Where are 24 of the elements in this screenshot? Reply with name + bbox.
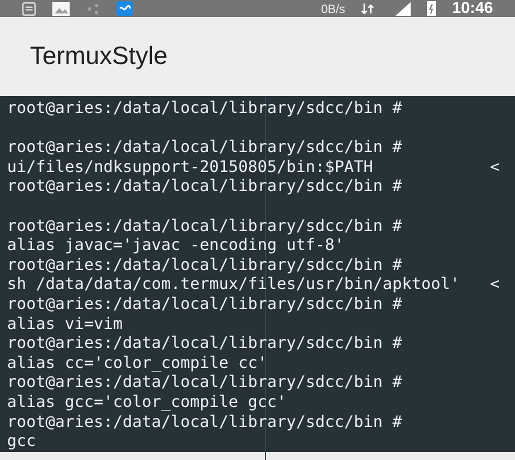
terminal-line: alias javac='javac -encoding utf-8' [7,235,344,255]
terminal-line: root@aries:/data/local/library/sdcc/bin # [7,98,402,118]
app-title: TermuxStyle [30,40,168,72]
app-icon [116,1,134,16]
overflow-marker: < [490,274,500,294]
terminal-line: sh /data/data/com.termux/files/usr/bin/apktool' [7,274,460,294]
terminal-line: root@aries:/data/local/library/sdcc/bin # [7,176,402,196]
terminal-line: root@aries:/data/local/library/sdcc/bin # [7,254,402,274]
terminal-line: gcc [7,431,36,451]
overflow-marker: < [490,156,500,176]
terminal-line: ui/files/ndksupport-20150805/bin:$PATH [7,156,374,176]
terminal-line: root@aries:/data/local/library/sdcc/bin # [7,137,402,157]
terminal-line: root@aries:/data/local/library/sdcc/bin # [7,294,402,314]
terminal-line: root@aries:/data/local/library/sdcc/bin # [7,412,402,432]
signal-icon [395,2,412,16]
terminal-line: alias vi=vim [7,314,123,334]
terminal-line: alias cc='color_compile cc' [7,352,268,372]
terminal-line: root@aries:/data/local/library/sdcc/bin # [7,216,402,236]
terminal-line: alias gcc='color_compile gcc' [7,392,286,412]
network-speed: 0B/s [321,2,346,14]
clock-time: 10:46 [452,0,493,16]
terminal-line: root@aries:/data/local/library/sdcc/bin # [7,372,402,392]
notification-icon [22,2,36,16]
terminal-line: root@aries:/data/local/library/sdcc/bin # [7,333,402,353]
